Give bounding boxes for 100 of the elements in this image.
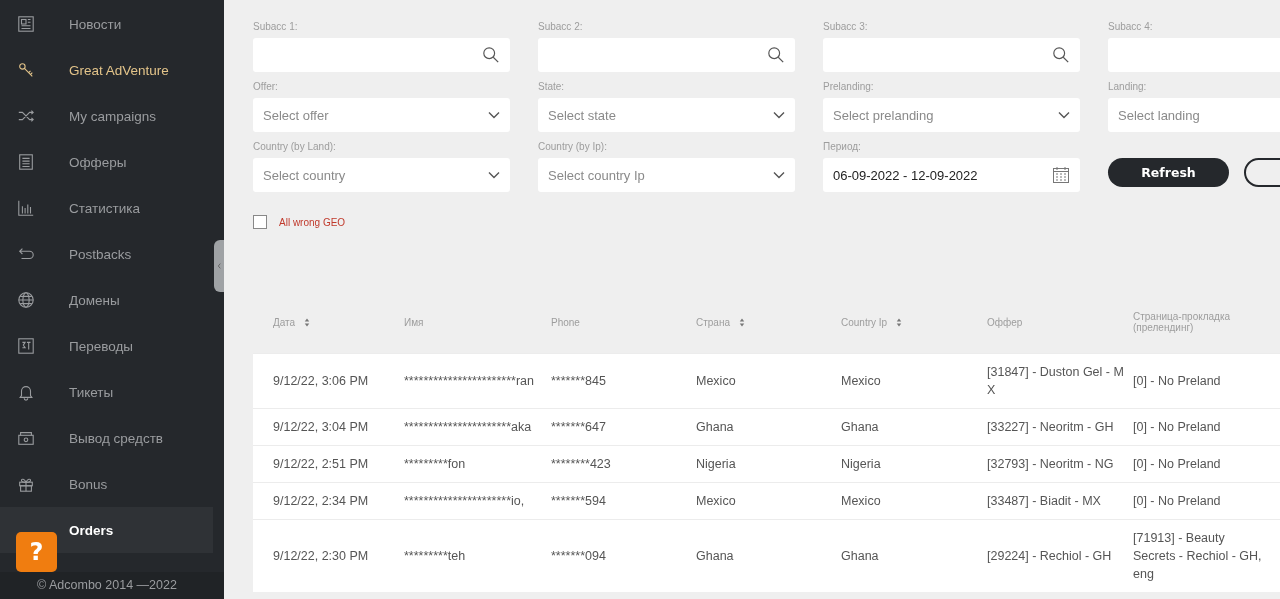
field-label: Subacc 3: [823,20,869,34]
nav-item[interactable]: Статистика [0,185,213,231]
table-cell: Nigeria [841,457,881,471]
table-cell: [0] - No Preland [1133,494,1221,508]
search-field[interactable] [538,38,795,72]
table-cell: *******594 [551,494,606,508]
chevron-down-icon [773,171,785,179]
table-cell: [31847] - Duston Gel - MX [987,365,1124,397]
column-header: Country Ip [841,316,888,328]
bell-icon [17,383,35,401]
newspaper-icon [17,15,35,33]
table-cell: *******094 [551,549,606,563]
sort-icon[interactable] [739,317,745,327]
table-cell: 9/12/22, 3:06 PM [273,374,369,388]
table-cell: *******647 [551,420,606,434]
table-row[interactable]: 9/12/22, 2:51 PM *********fon ********423 Nigeria Nigeria [32793] - Neoritm - NG [0] - No Preland [253,445,1280,483]
copyright-text: © Adcombo 2014 —2022 [0,572,224,599]
table-cell: ********423 [551,457,611,471]
table-row[interactable]: 9/12/22, 2:34 PM **********************io, *******594 Mexico Mexico [33487] - Biadit - MX [0] - No Preland [253,482,1280,520]
table-cell: 9/12/22, 2:30 PM [273,549,369,563]
column-header: Phone [551,316,580,328]
table-cell: Ghana [841,420,879,434]
search-icon [1052,46,1070,64]
table-cell: Mexico [841,494,881,508]
field-label: Subacc 4: [1108,20,1154,34]
sort-icon[interactable] [304,317,311,327]
field-label: Offer: [253,80,279,94]
table-cell: Ghana [696,420,734,434]
nav-item[interactable]: Новости [0,1,213,47]
field-label: Subacc 2: [538,20,584,34]
table-row[interactable]: 9/12/22, 2:30 PM *********teh *******094 Ghana Ghana [29224] - Rechiol - GH [71913] - Beauty Secrets - Rechiol - GH, eng [253,519,1280,592]
table-row[interactable]: 9/12/22, 3:04 PM **********************aka *******647 Ghana Ghana [33227] - Neoritm - GH [0] - No Preland [253,408,1280,446]
checkbox-label: All wrong GEO [279,216,346,228]
field-label: Country (by Land): [253,140,337,154]
nav-item[interactable]: Great AdVenture [0,47,213,93]
calendar-icon [1052,166,1070,184]
table-cell: *********fon [404,457,466,471]
field-label: Landing: [1108,80,1148,94]
refresh-button[interactable]: Refresh [1108,158,1229,187]
key-icon [17,61,35,79]
search-icon [482,46,500,64]
table-cell: [0] - No Preland [1133,420,1221,434]
table-cell: [0] - No Preland [1133,374,1221,388]
column-header: Дата [273,316,296,328]
chevron-down-icon [1058,111,1070,119]
table-cell: Ghana [841,549,879,563]
checkbox[interactable] [253,215,267,229]
chevron-down-icon [773,111,785,119]
field-label: Subacc 1: [253,20,299,34]
table-cell: [32793] - Neoritm - NG [987,457,1114,471]
nav-item[interactable]: My campaigns [0,93,213,139]
translate-icon [17,337,35,355]
column-header: Страна [696,316,730,328]
table-cell: Ghana [696,549,734,563]
list-icon [17,153,35,171]
nav-item[interactable]: Bonus [0,461,213,507]
nav-item[interactable]: Postbacks [0,231,213,277]
table-cell: [33227] - Neoritm - GH [987,420,1114,434]
dropdown[interactable]: Select country Ip [538,158,795,192]
table-cell: Mexico [841,374,881,388]
table-cell: *********teh [404,549,466,563]
globe-icon [17,291,35,309]
dropdown[interactable]: Select offer [253,98,510,132]
date-range-field[interactable]: 06-09-2022 - 12-09-2022 [823,158,1080,192]
field-label: Country (by Ip): [538,140,608,154]
table-cell: 9/12/22, 3:04 PM [273,420,369,434]
table-cell: **********************io, [404,494,525,508]
field-label: Prelanding: [823,80,875,94]
table-cell: [29224] - Rechiol - GH [987,549,1112,563]
search-field[interactable] [823,38,1080,72]
chevron-down-icon [488,171,500,179]
chevron-left-icon [216,262,222,270]
dropdown[interactable]: Select state [538,98,795,132]
wallet-icon [17,429,35,447]
field-label: Период: [823,140,862,154]
table-cell: [33487] - Biadit - MX [987,494,1101,508]
table-cell: *******845 [551,374,606,388]
table-cell: [0] - No Preland [1133,457,1221,471]
sort-icon[interactable] [896,317,903,327]
search-icon [767,46,785,64]
column-header: Оффер [987,316,1023,328]
nav-item[interactable]: Переводы [0,323,213,369]
table-cell: Mexico [696,374,736,388]
collapse-handle[interactable] [214,240,224,292]
column-header: Имя [404,316,424,328]
bar-chart-icon [17,199,35,217]
table-cell: [71913] - Beauty Secrets - Rechiol - GH, eng [1133,531,1262,581]
search-field[interactable] [253,38,510,72]
chevron-down-icon [488,111,500,119]
field-label: State: [538,80,566,94]
dropdown[interactable]: Select country [253,158,510,192]
dropdown[interactable]: Select prelanding [823,98,1080,132]
nav-item[interactable]: Домены [0,277,213,323]
column-header: Страница-прокладка (прелендинг) [1133,311,1232,333]
nav-item[interactable]: Тикеты [0,369,213,415]
table-cell: ***********************ran [404,374,534,388]
table-cell: Nigeria [696,457,736,471]
dropdown[interactable]: Select landing [1108,98,1280,132]
nav-item[interactable]: Вывод средств [0,415,213,461]
nav-item[interactable]: Офферы [0,139,213,185]
